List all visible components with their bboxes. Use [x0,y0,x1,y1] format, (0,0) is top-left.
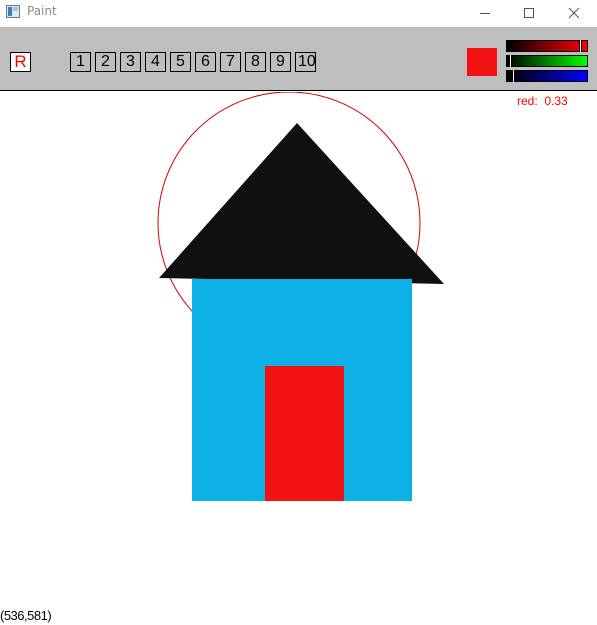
size-button-7[interactable]: 7 [220,52,241,72]
cursor-coordinates: (536,581) [0,608,52,623]
maximize-button[interactable] [506,0,552,26]
size-button-3[interactable]: 3 [120,52,141,72]
size-button-1[interactable]: 1 [70,52,91,72]
close-icon [568,7,580,19]
size-button-9[interactable]: 9 [270,52,291,72]
drawing-surface [157,92,444,501]
current-color-swatch [467,48,497,76]
size-button-6[interactable]: 6 [195,52,216,72]
paint-app-icon [6,5,20,18]
readout-label: red: [517,94,538,108]
green-slider[interactable] [506,55,588,67]
maximize-icon [524,8,534,18]
readout-value: 0.33 [544,94,568,108]
red-slider-thumb[interactable] [579,40,582,52]
size-button-8[interactable]: 8 [245,52,266,72]
toolbar: R 1 2 3 4 5 6 7 8 9 10 [0,27,597,91]
blue-slider[interactable] [506,70,588,82]
close-button[interactable] [551,0,597,26]
house-roof [159,123,444,284]
house-door [265,366,344,501]
green-slider-thumb[interactable] [509,55,512,67]
minimize-icon [480,13,490,14]
size-button-5[interactable]: 5 [170,52,191,72]
size-button-4[interactable]: 4 [145,52,166,72]
blue-slider-thumb[interactable] [512,70,515,82]
drawing-canvas[interactable]: red: 0.33 (536,581) [0,92,597,625]
size-button-10[interactable]: 10 [295,52,316,72]
minimize-button[interactable] [462,0,508,26]
red-slider[interactable] [506,40,588,52]
window-title: Paint [27,4,57,18]
size-button-2[interactable]: 2 [95,52,116,72]
title-bar[interactable]: Paint [0,0,597,27]
brush-size-buttons: 1 2 3 4 5 6 7 8 9 10 [70,52,316,72]
color-readout: red: 0.33 [517,94,568,108]
reset-button[interactable]: R [10,52,31,72]
